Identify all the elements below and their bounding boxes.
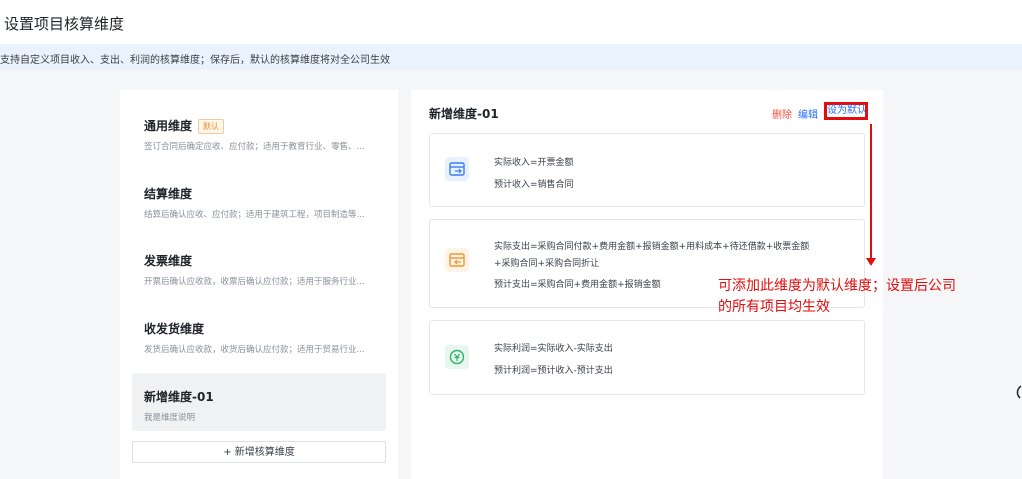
delete-button[interactable]: 删除 [772,106,792,121]
notice-text: 支持自定义项目收入、支出、利润的核算维度；保存后，默认的核算维度将对全公司生效 [0,55,390,66]
edge-decoration [1014,384,1022,399]
edit-button[interactable]: 编辑 [798,106,818,121]
dimension-desc: 我是维度说明 [144,413,196,423]
annotation-arrow-head [866,258,876,266]
expense-icon [445,248,469,272]
add-dimension-button[interactable]: + 新增核算维度 [132,441,386,463]
set-default-button[interactable]: 设为默认 [824,102,868,120]
dimension-name: 新增维度-01 [144,390,214,404]
dimension-item-delivery[interactable]: 收发货维度 发货后确认应收款，收货后确认应付款；适用于贸易行业... [132,305,386,363]
profit-card: 实际利润=实际收入-实际支出 预计利润=预计收入-预计支出 [429,320,865,395]
annotation-arrow-line [870,124,872,259]
dimension-name: 收发货维度 [144,322,205,336]
annotation-line-1: 可添加此维度为默认维度；设置后公司 [718,278,956,294]
actual-profit-formula: 实际利润=实际收入-实际支出 [494,344,613,354]
dimension-item-new-01[interactable]: 新增维度-01 我是维度说明 [132,373,386,431]
expected-income-formula: 预计收入=销售合同 [494,180,574,190]
income-card: 实际收入=开票金额 预计收入=销售合同 [429,133,865,207]
dimension-desc: 开票后确认应收款，收票后确认应付款；适用于服务行业... [144,277,365,287]
actual-expense-formula: 实际支出=采购合同付款+费用金额+报销金额+用料成本+待还借款+收票金额 [494,242,810,252]
dimension-name: 结算维度 [144,187,193,201]
dimension-list-panel: 通用维度 默认 签订合同后确定应收、应付款；适用于教育行业、零售、... 结算维度… [120,90,398,479]
actual-income-formula: 实际收入=开票金额 [494,158,574,168]
expected-expense-formula: 预计支出=采购合同+费用金额+报销金额 [494,280,661,290]
dimension-item-general[interactable]: 通用维度 默认 签订合同后确定应收、应付款；适用于教育行业、零售、... [132,102,386,160]
page-title: 设置项目核算维度 [4,15,125,33]
top-bar: 设置项目核算维度 [0,0,1022,44]
annotation-text: 可添加此维度为默认维度；设置后公司 的所有项目均生效 [718,276,956,318]
dimension-desc: 结算后确认应收、应付款；适用于建筑工程，项目制造等... [144,210,365,220]
dimension-desc: 签订合同后确定应收、应付款；适用于教育行业、零售、... [144,142,365,152]
income-icon [445,157,469,181]
dimension-name: 发票维度 [144,254,193,268]
annotation-line-2: 的所有项目均生效 [718,299,830,315]
dimension-item-invoice[interactable]: 发票维度 开票后确认应收款，收票后确认应付款；适用于服务行业... [132,237,386,295]
actual-expense-formula-cont: +采购合同+采购合同折让 [494,259,600,269]
dimension-name: 通用维度 [144,119,193,133]
dimension-item-settlement[interactable]: 结算维度 结算后确认应收、应付款；适用于建筑工程，项目制造等... [132,170,386,228]
detail-title: 新增维度-01 [429,107,499,121]
profit-icon [445,345,469,369]
expected-profit-formula: 预计利润=预计收入-预计支出 [494,366,613,376]
default-badge: 默认 [198,119,225,134]
info-notice: 支持自定义项目收入、支出、利润的核算维度；保存后，默认的核算维度将对全公司生效 [0,44,1022,70]
dimension-desc: 发货后确认应收款，收货后确认应付款；适用于贸易行业... [144,345,365,355]
